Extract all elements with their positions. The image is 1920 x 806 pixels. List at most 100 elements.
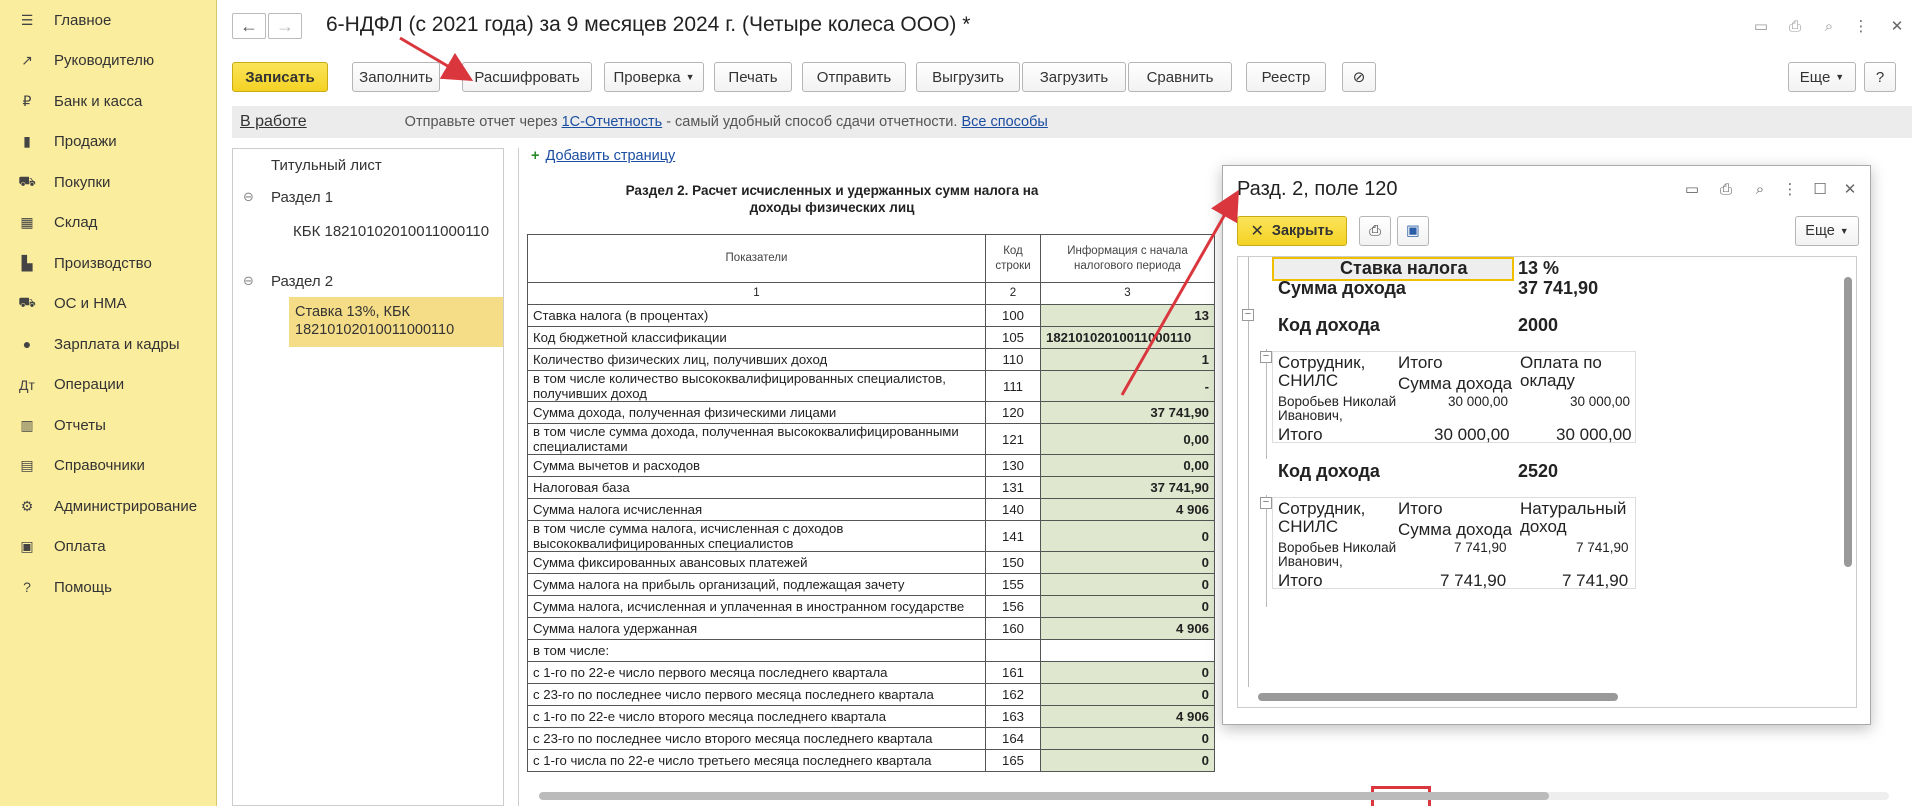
help-icon: ?: [23, 579, 31, 596]
value-cell[interactable]: [1040, 639, 1215, 662]
preview-icon[interactable]: ⌕: [1749, 178, 1771, 200]
more-vertical-icon[interactable]: ⋮: [1852, 17, 1870, 35]
tree-item-selected[interactable]: Ставка 13%, КБК 18210102010011000110: [289, 297, 503, 347]
vertical-scrollbar[interactable]: [1844, 277, 1852, 567]
nav-item[interactable]: ⛟ Покупки: [0, 162, 216, 203]
print-button[interactable]: ⎙: [1359, 216, 1391, 246]
decode-button[interactable]: Расшифровать: [462, 62, 592, 92]
forward-button[interactable]: →: [268, 13, 302, 39]
status-link[interactable]: В работе: [240, 113, 307, 131]
preview-icon[interactable]: ⌕: [1820, 17, 1838, 35]
collapse-icon[interactable]: −: [1260, 351, 1272, 363]
nav-item-label: Оплата: [54, 538, 106, 556]
books-icon: ▤: [20, 457, 34, 474]
nav-item[interactable]: ₽ Банк и касса: [0, 81, 216, 122]
value-cell[interactable]: 0: [1040, 749, 1215, 772]
value-cell[interactable]: 18210102010011000110: [1040, 326, 1215, 349]
nav-item-label: Администрирование: [54, 497, 198, 515]
value-cell[interactable]: 0: [1040, 727, 1215, 750]
nav-item[interactable]: ▥ Отчеты: [0, 405, 216, 446]
value-cell[interactable]: 1: [1040, 348, 1215, 371]
value-cell[interactable]: 13: [1040, 304, 1215, 327]
horizontal-scrollbar[interactable]: [1258, 693, 1618, 701]
nav-item[interactable]: ▣ Оплата: [0, 527, 216, 568]
code-cell: 150: [985, 551, 1041, 574]
save-button[interactable]: ▣: [1397, 216, 1429, 246]
nav-item[interactable]: ⛟ ОС и НМА: [0, 284, 216, 325]
check-dropdown[interactable]: Проверка ▼: [604, 62, 704, 92]
employee-name-a: Воробьев Николай: [1278, 394, 1397, 409]
save-icon[interactable]: ▭: [1752, 17, 1770, 35]
close-x-icon: ✕: [1250, 223, 1264, 240]
more-dropdown[interactable]: Еще ▼: [1795, 216, 1859, 246]
tree-item-title-page[interactable]: Титульный лист: [271, 157, 541, 174]
close-button[interactable]: ✕ Закрыть: [1237, 216, 1347, 246]
value-cell[interactable]: 0,00: [1040, 423, 1215, 455]
print-icon[interactable]: ⎙: [1715, 178, 1737, 200]
value-cell[interactable]: -: [1040, 370, 1215, 402]
nav-item[interactable]: ⚙ Администрирование: [0, 486, 216, 527]
nav-item[interactable]: Дт Операции: [0, 365, 216, 406]
value-cell[interactable]: 0: [1040, 520, 1215, 552]
close-icon[interactable]: ✕: [1839, 178, 1861, 200]
print-icon[interactable]: ⎙: [1786, 17, 1804, 35]
code-cell: 140: [985, 498, 1041, 521]
value-cell[interactable]: 37 741,90: [1040, 476, 1215, 499]
registry-button[interactable]: Реестр: [1246, 62, 1326, 92]
value-cell[interactable]: 0: [1040, 573, 1215, 596]
save-button[interactable]: Записать: [232, 62, 328, 92]
caret-down-icon: ▼: [1839, 226, 1849, 236]
add-page-link[interactable]: + Добавить страницу: [531, 148, 675, 164]
nav-item[interactable]: ▦ Склад: [0, 203, 216, 244]
horizontal-scrollbar[interactable]: [539, 792, 1889, 800]
total-col3: 30 000,00: [1556, 425, 1632, 444]
nav-item[interactable]: ▮ Продажи: [0, 122, 216, 163]
maximize-icon[interactable]: ☐: [1809, 178, 1831, 200]
collapse-icon[interactable]: −: [1242, 309, 1254, 321]
send-button[interactable]: Отправить: [802, 62, 906, 92]
value-cell[interactable]: 0: [1040, 595, 1215, 618]
nav-item[interactable]: ? Помощь: [0, 567, 216, 608]
value-cell[interactable]: 0: [1040, 661, 1215, 684]
all-methods-link[interactable]: Все способы: [961, 114, 1047, 130]
back-button[interactable]: ←: [232, 13, 266, 39]
attach-button[interactable]: ⊘: [1342, 62, 1376, 92]
nav-item[interactable]: ▙ Производство: [0, 243, 216, 284]
nav-item-label: Банк и касса: [54, 92, 143, 110]
save-icon[interactable]: ▭: [1681, 178, 1703, 200]
compare-button[interactable]: Сравнить: [1128, 62, 1232, 92]
value-cell[interactable]: 0: [1040, 683, 1215, 706]
value-cell[interactable]: 0,00: [1040, 454, 1215, 477]
fill-button[interactable]: Заполнить: [352, 62, 440, 92]
tree-item-section1[interactable]: Раздел 1: [271, 189, 541, 206]
header-code: Код строки: [985, 234, 1041, 283]
more-dropdown[interactable]: Еще ▼: [1788, 62, 1856, 92]
scroll-thumb[interactable]: [539, 792, 1549, 800]
nav-item[interactable]: ☰ Главное: [0, 0, 216, 41]
print-button[interactable]: Печать: [714, 62, 792, 92]
income-sum-value: 37 741,90: [1518, 278, 1599, 298]
import-button[interactable]: Загрузить: [1022, 62, 1126, 92]
reporting-link[interactable]: 1С-Отчетность: [562, 114, 663, 130]
code-cell: 141: [985, 520, 1041, 552]
nav-item-label: Справочники: [54, 457, 145, 475]
code-cell: 161: [985, 661, 1041, 684]
sidebar: ☰ Главное ↗ Руководителю ₽ Банк и касса ▮ Прода…: [0, 0, 217, 806]
value-cell[interactable]: 37 741,90: [1040, 401, 1215, 424]
help-button[interactable]: ?: [1864, 62, 1896, 92]
nav-item[interactable]: ↗ Руководителю: [0, 41, 216, 82]
close-icon[interactable]: ✕: [1888, 17, 1906, 35]
more-vertical-icon[interactable]: ⋮: [1779, 178, 1801, 200]
factory-icon: ▙: [21, 254, 33, 271]
tree-item-section2[interactable]: Раздел 2: [271, 273, 541, 290]
value-cell[interactable]: 4 906: [1040, 705, 1215, 728]
nav-item[interactable]: ▤ Справочники: [0, 446, 216, 487]
nav-item[interactable]: ● Зарплата и кадры: [0, 324, 216, 365]
value-cell[interactable]: 4 906: [1040, 498, 1215, 521]
collapse-icon[interactable]: −: [1260, 497, 1272, 509]
add-page-label: Добавить страницу: [545, 148, 676, 164]
value-cell[interactable]: 4 906: [1040, 617, 1215, 640]
col-employee: Сотрудник,: [1278, 499, 1366, 518]
value-cell[interactable]: 0: [1040, 551, 1215, 574]
export-button[interactable]: Выгрузить: [916, 62, 1020, 92]
